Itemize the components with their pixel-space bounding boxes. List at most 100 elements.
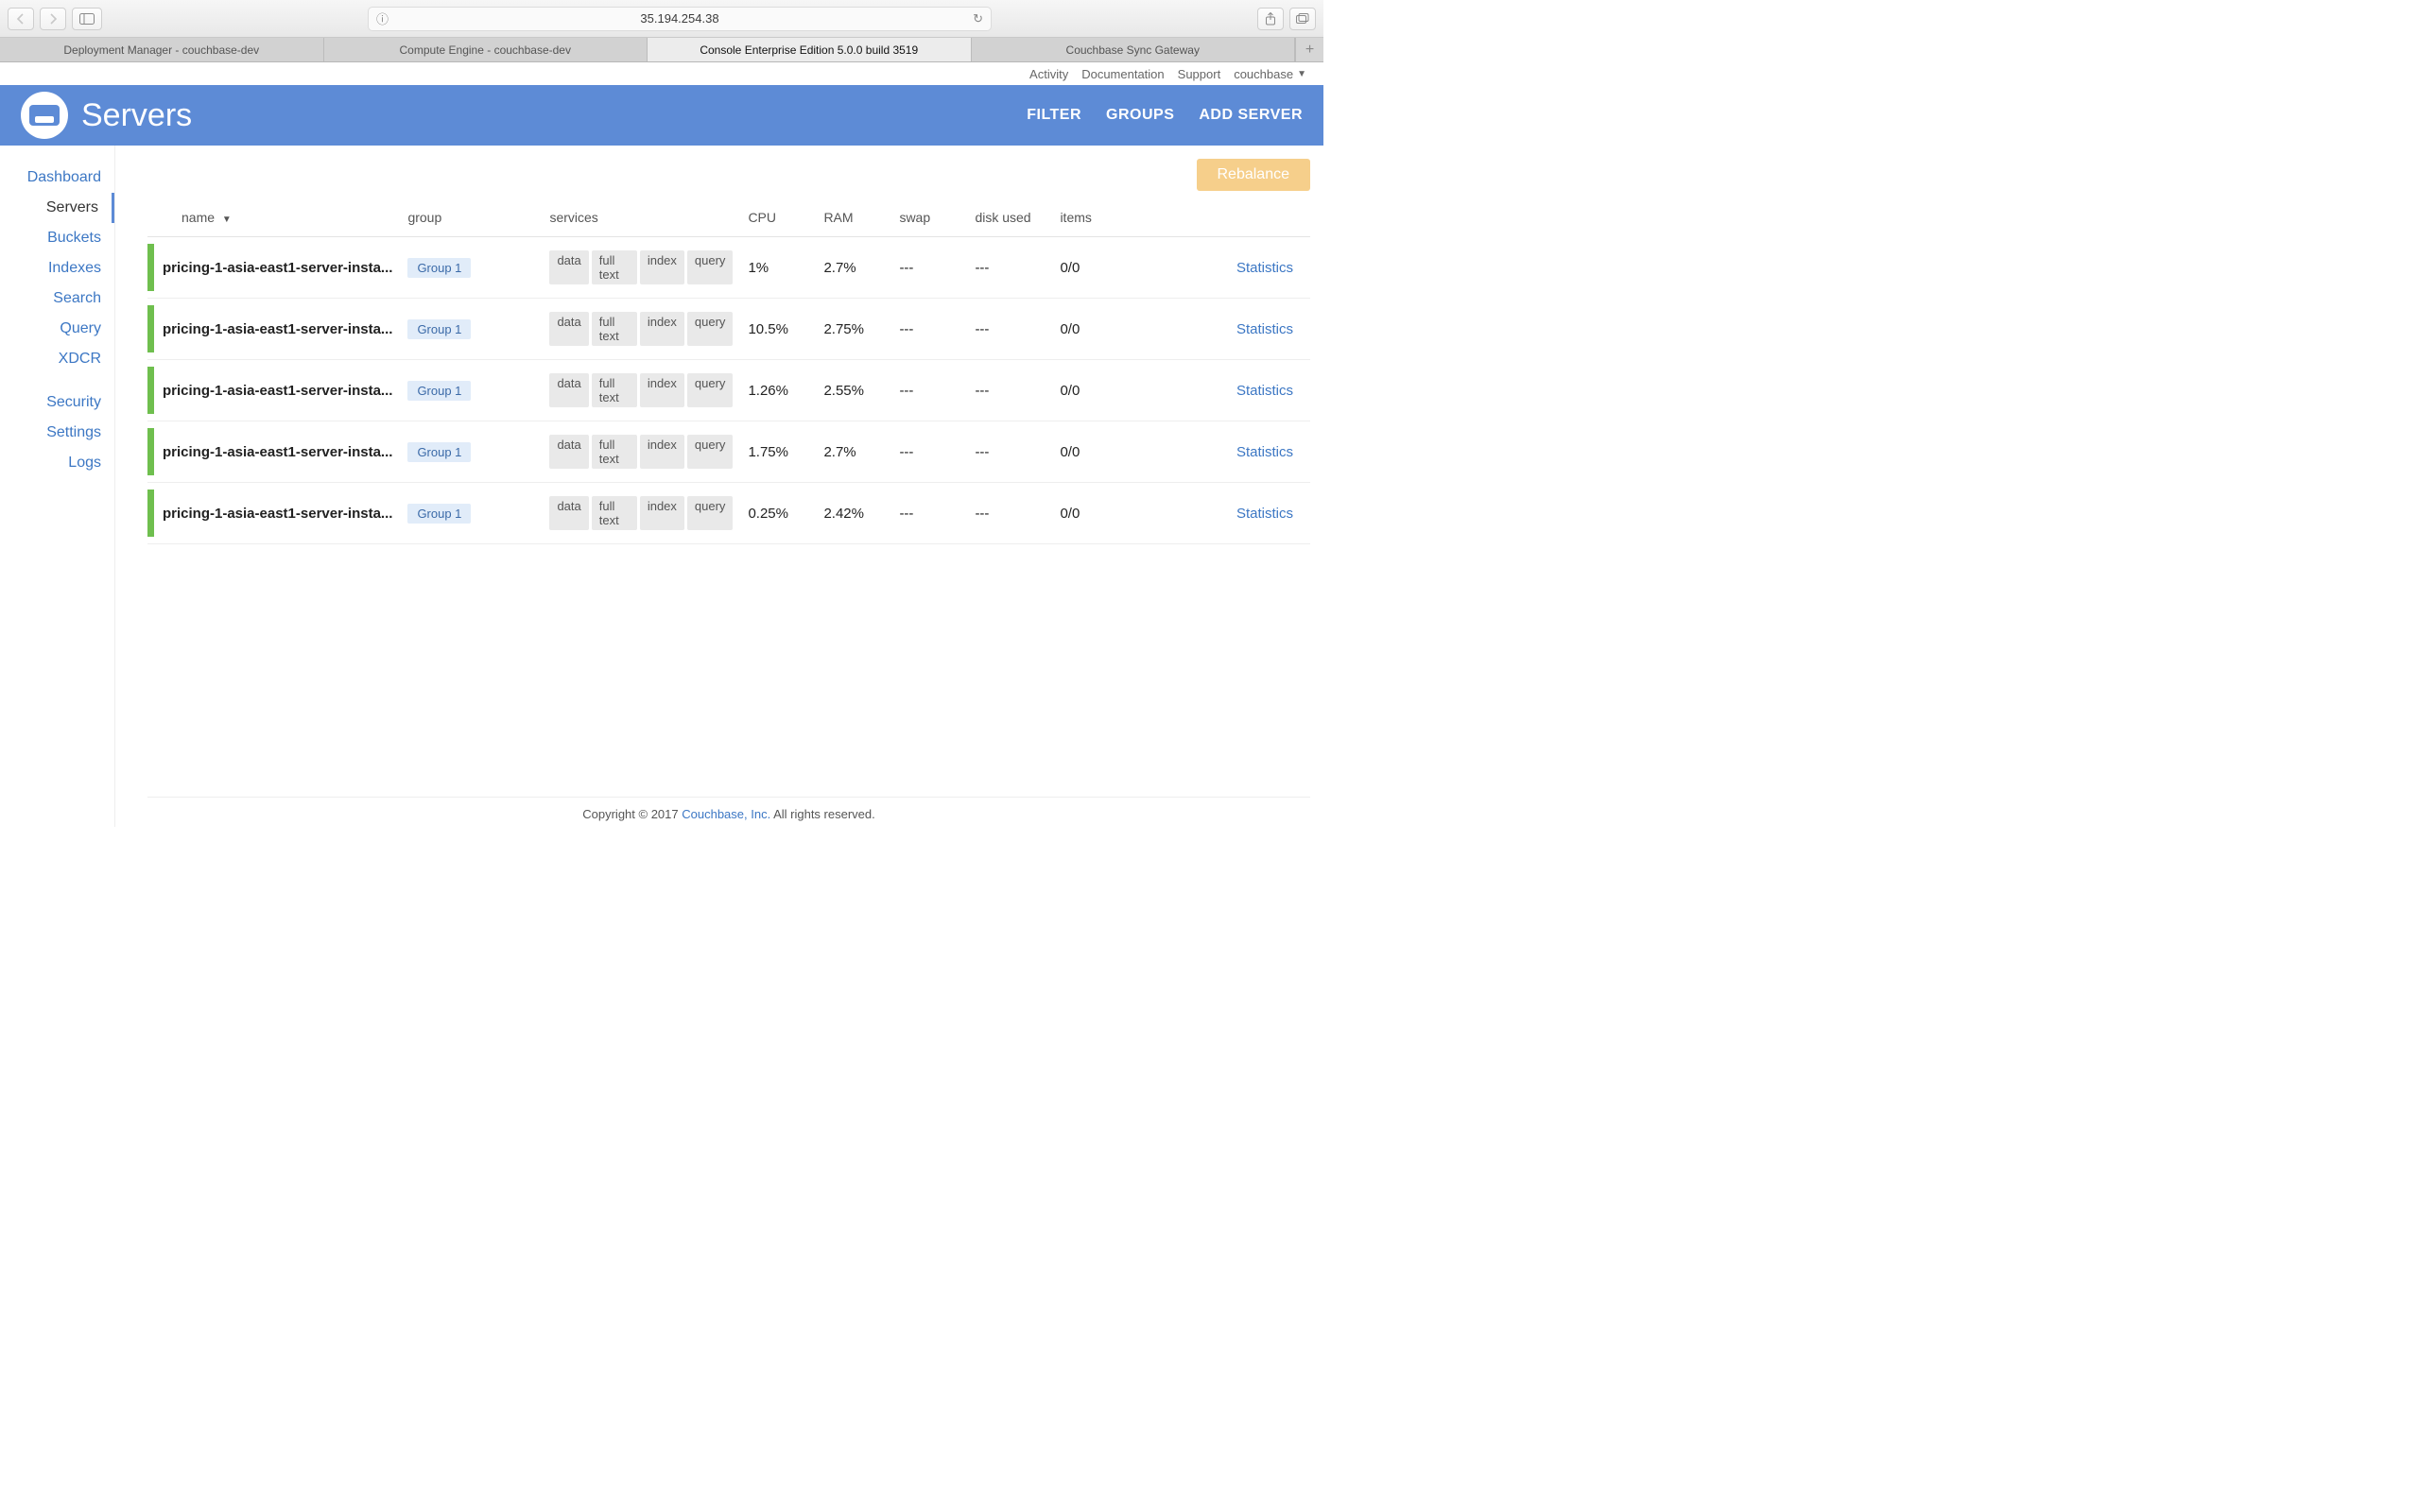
server-cpu: 1.75% <box>740 421 816 483</box>
share-button[interactable] <box>1257 8 1284 30</box>
tab-label: Compute Engine - couchbase-dev <box>400 43 571 57</box>
group-pill: Group 1 <box>407 258 471 278</box>
service-chip: full text <box>592 250 637 284</box>
col-ram[interactable]: RAM <box>816 200 891 237</box>
new-tab-button[interactable]: + <box>1295 38 1323 61</box>
service-chip: full text <box>592 496 637 530</box>
reload-icon[interactable]: ↻ <box>973 11 983 26</box>
site-info-icon[interactable]: ⓘ <box>376 9 389 27</box>
group-pill: Group 1 <box>407 504 471 524</box>
server-disk: --- <box>967 237 1052 299</box>
browser-tab-0[interactable]: Deployment Manager - couchbase-dev <box>0 38 324 61</box>
server-disk: --- <box>967 299 1052 360</box>
sidebar-item-settings[interactable]: Settings <box>0 418 114 448</box>
sidebar-item-query[interactable]: Query <box>0 314 114 344</box>
col-items[interactable]: items <box>1052 200 1137 237</box>
service-chip: query <box>687 435 734 469</box>
group-pill: Group 1 <box>407 319 471 339</box>
footer-company-link[interactable]: Couchbase, Inc. <box>682 807 770 821</box>
browser-toolbar: ⓘ 35.194.254.38 ↻ <box>0 0 1323 38</box>
toolbar-right <box>1257 8 1316 30</box>
table-row[interactable]: pricing-1-asia-east1-server-insta... Gro… <box>147 237 1310 299</box>
sidebar-item-search[interactable]: Search <box>0 284 114 314</box>
statistics-link[interactable]: Statistics <box>1236 444 1293 460</box>
server-cpu: 10.5% <box>740 299 816 360</box>
table-row[interactable]: pricing-1-asia-east1-server-insta... Gro… <box>147 421 1310 483</box>
server-disk: --- <box>967 483 1052 544</box>
status-indicator <box>147 299 155 360</box>
statistics-link[interactable]: Statistics <box>1236 321 1293 337</box>
server-cpu: 1.26% <box>740 360 816 421</box>
server-items: 0/0 <box>1052 237 1137 299</box>
add-server-button[interactable]: ADD SERVER <box>1199 107 1303 124</box>
tab-label: Console Enterprise Edition 5.0.0 build 3… <box>700 43 918 57</box>
server-disk: --- <box>967 421 1052 483</box>
col-cpu[interactable]: CPU <box>740 200 816 237</box>
server-services: datafull textindexquery <box>542 360 740 421</box>
groups-button[interactable]: GROUPS <box>1106 107 1174 124</box>
statistics-link[interactable]: Statistics <box>1236 383 1293 399</box>
sidebar-item-servers[interactable]: Servers <box>0 193 114 223</box>
server-cpu: 0.25% <box>740 483 816 544</box>
table-row[interactable]: pricing-1-asia-east1-server-insta... Gro… <box>147 360 1310 421</box>
server-name: pricing-1-asia-east1-server-insta... <box>155 421 400 483</box>
footer-suffix: All rights reserved. <box>770 807 875 821</box>
group-pill: Group 1 <box>407 442 471 462</box>
server-disk: --- <box>967 360 1052 421</box>
server-group: Group 1 <box>400 360 542 421</box>
sidebar-item-buckets[interactable]: Buckets <box>0 223 114 253</box>
tabs-overview-button[interactable] <box>1289 8 1316 30</box>
col-services[interactable]: services <box>542 200 740 237</box>
col-swap[interactable]: swap <box>891 200 967 237</box>
server-ram: 2.7% <box>816 421 891 483</box>
couchbase-logo-icon <box>21 92 68 139</box>
forward-button[interactable] <box>40 8 66 30</box>
statistics-link[interactable]: Statistics <box>1236 506 1293 522</box>
browser-tab-3[interactable]: Couchbase Sync Gateway <box>972 38 1296 61</box>
statistics-link[interactable]: Statistics <box>1236 260 1293 276</box>
back-button[interactable] <box>8 8 34 30</box>
service-chip: index <box>640 435 684 469</box>
console-toplinks: Activity Documentation Support couchbase… <box>0 62 1323 85</box>
server-name: pricing-1-asia-east1-server-insta... <box>155 360 400 421</box>
rebalance-button[interactable]: Rebalance <box>1197 159 1311 191</box>
content: Rebalance name ▼ group services CPU RAM … <box>115 146 1323 827</box>
sidebar-item-dashboard[interactable]: Dashboard <box>0 163 114 193</box>
service-chip: data <box>549 373 588 407</box>
col-name[interactable]: name ▼ <box>155 200 400 237</box>
table-row[interactable]: pricing-1-asia-east1-server-insta... Gro… <box>147 483 1310 544</box>
activity-link[interactable]: Activity <box>1029 67 1068 81</box>
documentation-link[interactable]: Documentation <box>1081 67 1164 81</box>
server-name: pricing-1-asia-east1-server-insta... <box>155 237 400 299</box>
main-area: Dashboard Servers Buckets Indexes Search… <box>0 146 1323 827</box>
server-cpu: 1% <box>740 237 816 299</box>
sidebar-item-security[interactable]: Security <box>0 387 114 418</box>
address-bar[interactable]: ⓘ 35.194.254.38 ↻ <box>368 7 992 31</box>
page-title: Servers <box>81 97 192 134</box>
sidebar-item-xdcr[interactable]: XDCR <box>0 344 114 374</box>
sidebar: Dashboard Servers Buckets Indexes Search… <box>0 146 115 827</box>
filter-button[interactable]: FILTER <box>1027 107 1081 124</box>
server-items: 0/0 <box>1052 299 1137 360</box>
browser-tab-2[interactable]: Console Enterprise Edition 5.0.0 build 3… <box>648 38 972 61</box>
server-name: pricing-1-asia-east1-server-insta... <box>155 299 400 360</box>
support-link[interactable]: Support <box>1178 67 1221 81</box>
user-menu[interactable]: couchbase ▼ <box>1234 67 1306 81</box>
server-ram: 2.42% <box>816 483 891 544</box>
status-indicator <box>147 237 155 299</box>
sidebar-item-indexes[interactable]: Indexes <box>0 253 114 284</box>
server-group: Group 1 <box>400 483 542 544</box>
footer: Copyright © 2017 Couchbase, Inc. All rig… <box>147 797 1310 827</box>
col-disk[interactable]: disk used <box>967 200 1052 237</box>
service-chip: query <box>687 312 734 346</box>
col-group[interactable]: group <box>400 200 542 237</box>
table-row[interactable]: pricing-1-asia-east1-server-insta... Gro… <box>147 299 1310 360</box>
address-bar-wrap: ⓘ 35.194.254.38 ↻ <box>108 7 1252 31</box>
sidebar-item-logs[interactable]: Logs <box>0 448 114 478</box>
service-chip: data <box>549 250 588 284</box>
browser-tab-1[interactable]: Compute Engine - couchbase-dev <box>324 38 648 61</box>
server-group: Group 1 <box>400 237 542 299</box>
server-ram: 2.75% <box>816 299 891 360</box>
sidebar-toggle-button[interactable] <box>72 8 102 30</box>
group-pill: Group 1 <box>407 381 471 401</box>
